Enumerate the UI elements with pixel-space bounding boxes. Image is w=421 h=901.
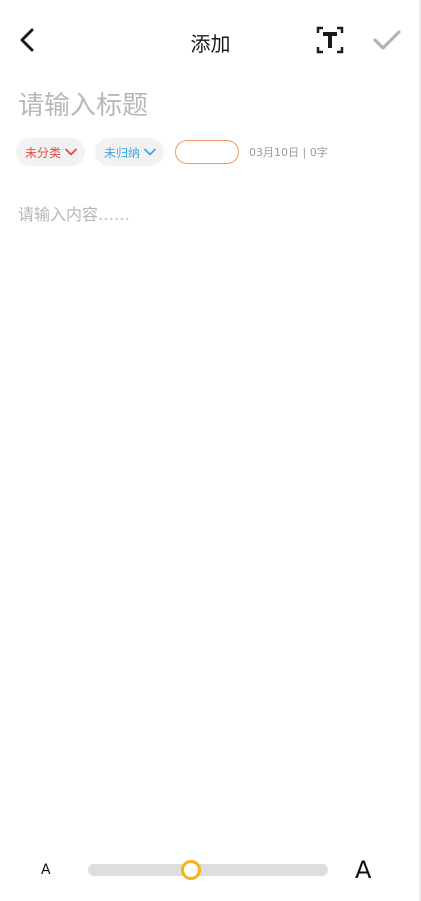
chevron-down-icon bbox=[144, 148, 156, 156]
category-label: 未分类 bbox=[25, 145, 62, 160]
archive-label: 未归纳 bbox=[104, 145, 141, 160]
back-button[interactable] bbox=[12, 22, 44, 58]
text-format-button[interactable] bbox=[312, 22, 348, 58]
font-size-slider-thumb[interactable] bbox=[181, 860, 202, 880]
top-nav-bar: 添加 bbox=[0, 14, 421, 66]
category-dropdown[interactable]: 未分类 bbox=[16, 138, 86, 166]
font-size-slider-track[interactable] bbox=[88, 864, 328, 876]
date-word-count: 03月10日 | 0字 bbox=[249, 146, 328, 159]
note-title-input[interactable] bbox=[18, 84, 398, 128]
tag-input[interactable] bbox=[175, 140, 240, 164]
text-format-icon bbox=[316, 26, 344, 54]
font-size-small-label: A bbox=[41, 862, 51, 878]
confirm-button[interactable] bbox=[368, 22, 406, 58]
font-size-bar: A A bbox=[0, 848, 421, 892]
chevron-down-icon bbox=[65, 148, 77, 156]
note-content-input[interactable] bbox=[18, 202, 403, 802]
page-title: 添加 bbox=[190, 32, 231, 56]
note-meta-row: 未分类 未归纳 03月10日 | 0字 bbox=[16, 138, 328, 166]
checkmark-icon bbox=[373, 30, 401, 50]
font-size-large-label: A bbox=[355, 856, 372, 884]
chevron-left-icon bbox=[20, 28, 34, 52]
archive-dropdown[interactable]: 未归纳 bbox=[95, 138, 165, 166]
